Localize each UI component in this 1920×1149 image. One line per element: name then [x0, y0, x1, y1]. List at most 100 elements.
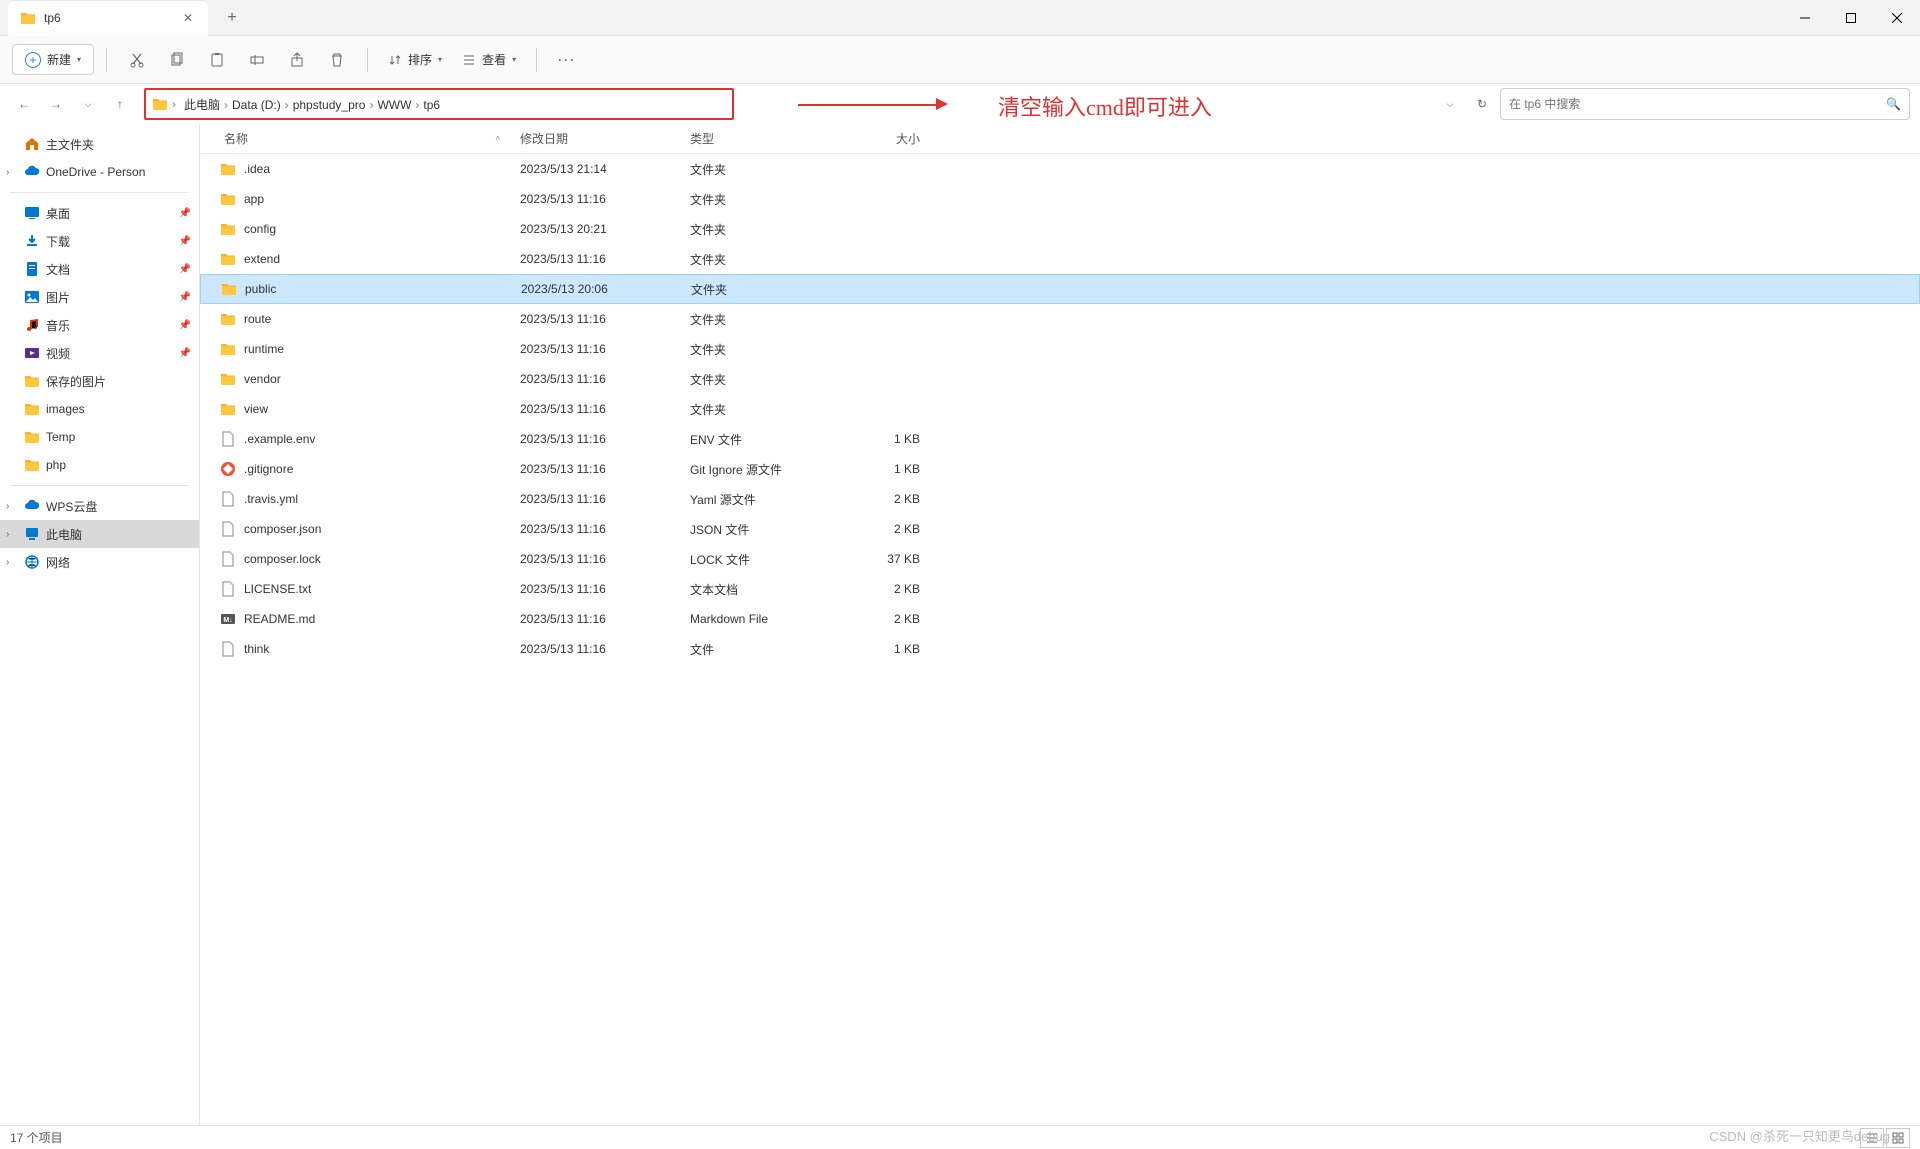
separator	[106, 48, 107, 72]
file-row[interactable]: public2023/5/13 20:06文件夹	[200, 274, 1920, 304]
maximize-button[interactable]	[1828, 0, 1874, 36]
new-button[interactable]: + 新建 ▾	[12, 44, 94, 75]
file-date: 2023/5/13 11:16	[520, 402, 690, 416]
tab-title: tp6	[44, 11, 172, 25]
sidebar-onedrive[interactable]: › OneDrive - Person	[0, 158, 199, 186]
sidebar-item[interactable]: 视频📌	[0, 339, 199, 367]
breadcrumb-item[interactable]: 此电脑	[180, 96, 224, 114]
file-date: 2023/5/13 11:16	[520, 432, 690, 446]
search-icon[interactable]: 🔍	[1886, 97, 1901, 111]
close-window-button[interactable]	[1874, 0, 1920, 36]
forward-button[interactable]: →	[42, 90, 70, 118]
sidebar-item[interactable]: 保存的图片	[0, 367, 199, 395]
file-date: 2023/5/13 11:16	[520, 192, 690, 206]
sidebar-item[interactable]: 图片📌	[0, 283, 199, 311]
file-row[interactable]: route2023/5/13 11:16文件夹	[200, 304, 1920, 334]
back-button[interactable]: ←	[10, 90, 38, 118]
column-date[interactable]: 修改日期	[520, 130, 690, 147]
chevron-right-icon[interactable]: ›	[6, 557, 9, 568]
sidebar-item[interactable]: 音乐📌	[0, 311, 199, 339]
folder-icon	[220, 191, 236, 207]
file-row[interactable]: view2023/5/13 11:16文件夹	[200, 394, 1920, 424]
file-row[interactable]: LICENSE.txt2023/5/13 11:16文本文档2 KB	[200, 574, 1920, 604]
address-dropdown-icon[interactable]: ⌵	[1436, 90, 1464, 118]
file-date: 2023/5/13 11:16	[520, 372, 690, 386]
breadcrumb-item[interactable]: WWW	[373, 96, 415, 114]
sort-icon	[388, 53, 402, 67]
sidebar-home[interactable]: 主文件夹	[0, 130, 199, 158]
tab-active[interactable]: tp6 ✕	[8, 0, 208, 36]
file-row[interactable]: README.md2023/5/13 11:16Markdown File2 K…	[200, 604, 1920, 634]
file-row[interactable]: app2023/5/13 11:16文件夹	[200, 184, 1920, 214]
share-icon[interactable]	[279, 42, 315, 78]
column-size[interactable]: 大小	[840, 130, 930, 147]
breadcrumb-item[interactable]: phpstudy_pro	[289, 96, 370, 114]
file-list: 名称˄ 修改日期 类型 大小 .idea2023/5/13 21:14文件夹ap…	[200, 124, 1920, 1125]
file-type: 文件夹	[690, 401, 840, 418]
file-size: 1 KB	[840, 462, 930, 476]
file-date: 2023/5/13 11:16	[520, 252, 690, 266]
file-row[interactable]: .example.env2023/5/13 11:16ENV 文件1 KB	[200, 424, 1920, 454]
file-date: 2023/5/13 11:16	[520, 552, 690, 566]
more-icon[interactable]: ···	[549, 42, 585, 78]
sort-label: 排序	[408, 51, 432, 68]
folder-icon	[24, 401, 40, 417]
folder-icon	[24, 373, 40, 389]
file-date: 2023/5/13 11:16	[520, 462, 690, 476]
sidebar-item-label: 视频	[46, 345, 70, 362]
chevron-right-icon[interactable]: ›	[6, 501, 9, 512]
delete-icon[interactable]	[319, 42, 355, 78]
sidebar-item[interactable]: 文档📌	[0, 255, 199, 283]
chevron-right-icon[interactable]: ›	[6, 167, 9, 178]
file-type: LOCK 文件	[690, 551, 840, 568]
file-row[interactable]: runtime2023/5/13 11:16文件夹	[200, 334, 1920, 364]
file-row[interactable]: .travis.yml2023/5/13 11:16Yaml 源文件2 KB	[200, 484, 1920, 514]
sidebar-item[interactable]: php	[0, 451, 199, 479]
new-tab-button[interactable]: +	[216, 2, 248, 34]
paste-icon[interactable]	[199, 42, 235, 78]
window-controls	[1782, 0, 1920, 36]
separator	[536, 48, 537, 72]
file-row[interactable]: .idea2023/5/13 21:14文件夹	[200, 154, 1920, 184]
cut-icon[interactable]	[119, 42, 155, 78]
recent-button[interactable]: ⌵	[74, 90, 102, 118]
breadcrumb-item[interactable]: tp6	[419, 96, 444, 114]
file-row[interactable]: think2023/5/13 11:16文件1 KB	[200, 634, 1920, 664]
sidebar-item[interactable]: images	[0, 395, 199, 423]
breadcrumb-item[interactable]: Data (D:)	[228, 96, 285, 114]
sidebar-item[interactable]: ›此电脑	[0, 520, 199, 548]
chevron-right-icon[interactable]: ›	[6, 529, 9, 540]
file-row[interactable]: .gitignore2023/5/13 11:16Git Ignore 源文件1…	[200, 454, 1920, 484]
column-name[interactable]: 名称˄	[220, 130, 520, 147]
sidebar-item[interactable]: ›网络	[0, 548, 199, 576]
sort-dropdown[interactable]: 排序 ▾	[380, 45, 450, 74]
search-box[interactable]: 🔍	[1500, 88, 1910, 120]
minimize-button[interactable]	[1782, 0, 1828, 36]
file-row[interactable]: vendor2023/5/13 11:16文件夹	[200, 364, 1920, 394]
picture-icon	[24, 289, 40, 305]
plus-icon: +	[25, 52, 41, 68]
file-row[interactable]: extend2023/5/13 11:16文件夹	[200, 244, 1920, 274]
close-tab-icon[interactable]: ✕	[180, 10, 196, 26]
column-name-label: 名称	[224, 130, 248, 147]
sidebar-item[interactable]: 下载📌	[0, 227, 199, 255]
search-input[interactable]	[1509, 97, 1886, 111]
sidebar-item[interactable]: ›WPS云盘	[0, 492, 199, 520]
up-button[interactable]: ↑	[106, 90, 134, 118]
pin-icon: 📌	[179, 292, 191, 303]
file-row[interactable]: composer.json2023/5/13 11:16JSON 文件2 KB	[200, 514, 1920, 544]
sidebar-item[interactable]: Temp	[0, 423, 199, 451]
file-row[interactable]: config2023/5/13 20:21文件夹	[200, 214, 1920, 244]
sidebar-item[interactable]: 桌面📌	[0, 199, 199, 227]
copy-icon[interactable]	[159, 42, 195, 78]
refresh-button[interactable]: ↻	[1468, 90, 1496, 118]
rename-icon[interactable]	[239, 42, 275, 78]
file-row[interactable]: composer.lock2023/5/13 11:16LOCK 文件37 KB	[200, 544, 1920, 574]
folder-icon	[220, 221, 236, 237]
view-dropdown[interactable]: 查看 ▾	[454, 45, 524, 74]
address-bar[interactable]: › 此电脑›Data (D:)›phpstudy_pro›WWW›tp6	[144, 88, 734, 120]
file-date: 2023/5/13 11:16	[520, 522, 690, 536]
file-name: README.md	[244, 612, 315, 626]
folder-icon	[152, 96, 168, 112]
column-type[interactable]: 类型	[690, 130, 840, 147]
